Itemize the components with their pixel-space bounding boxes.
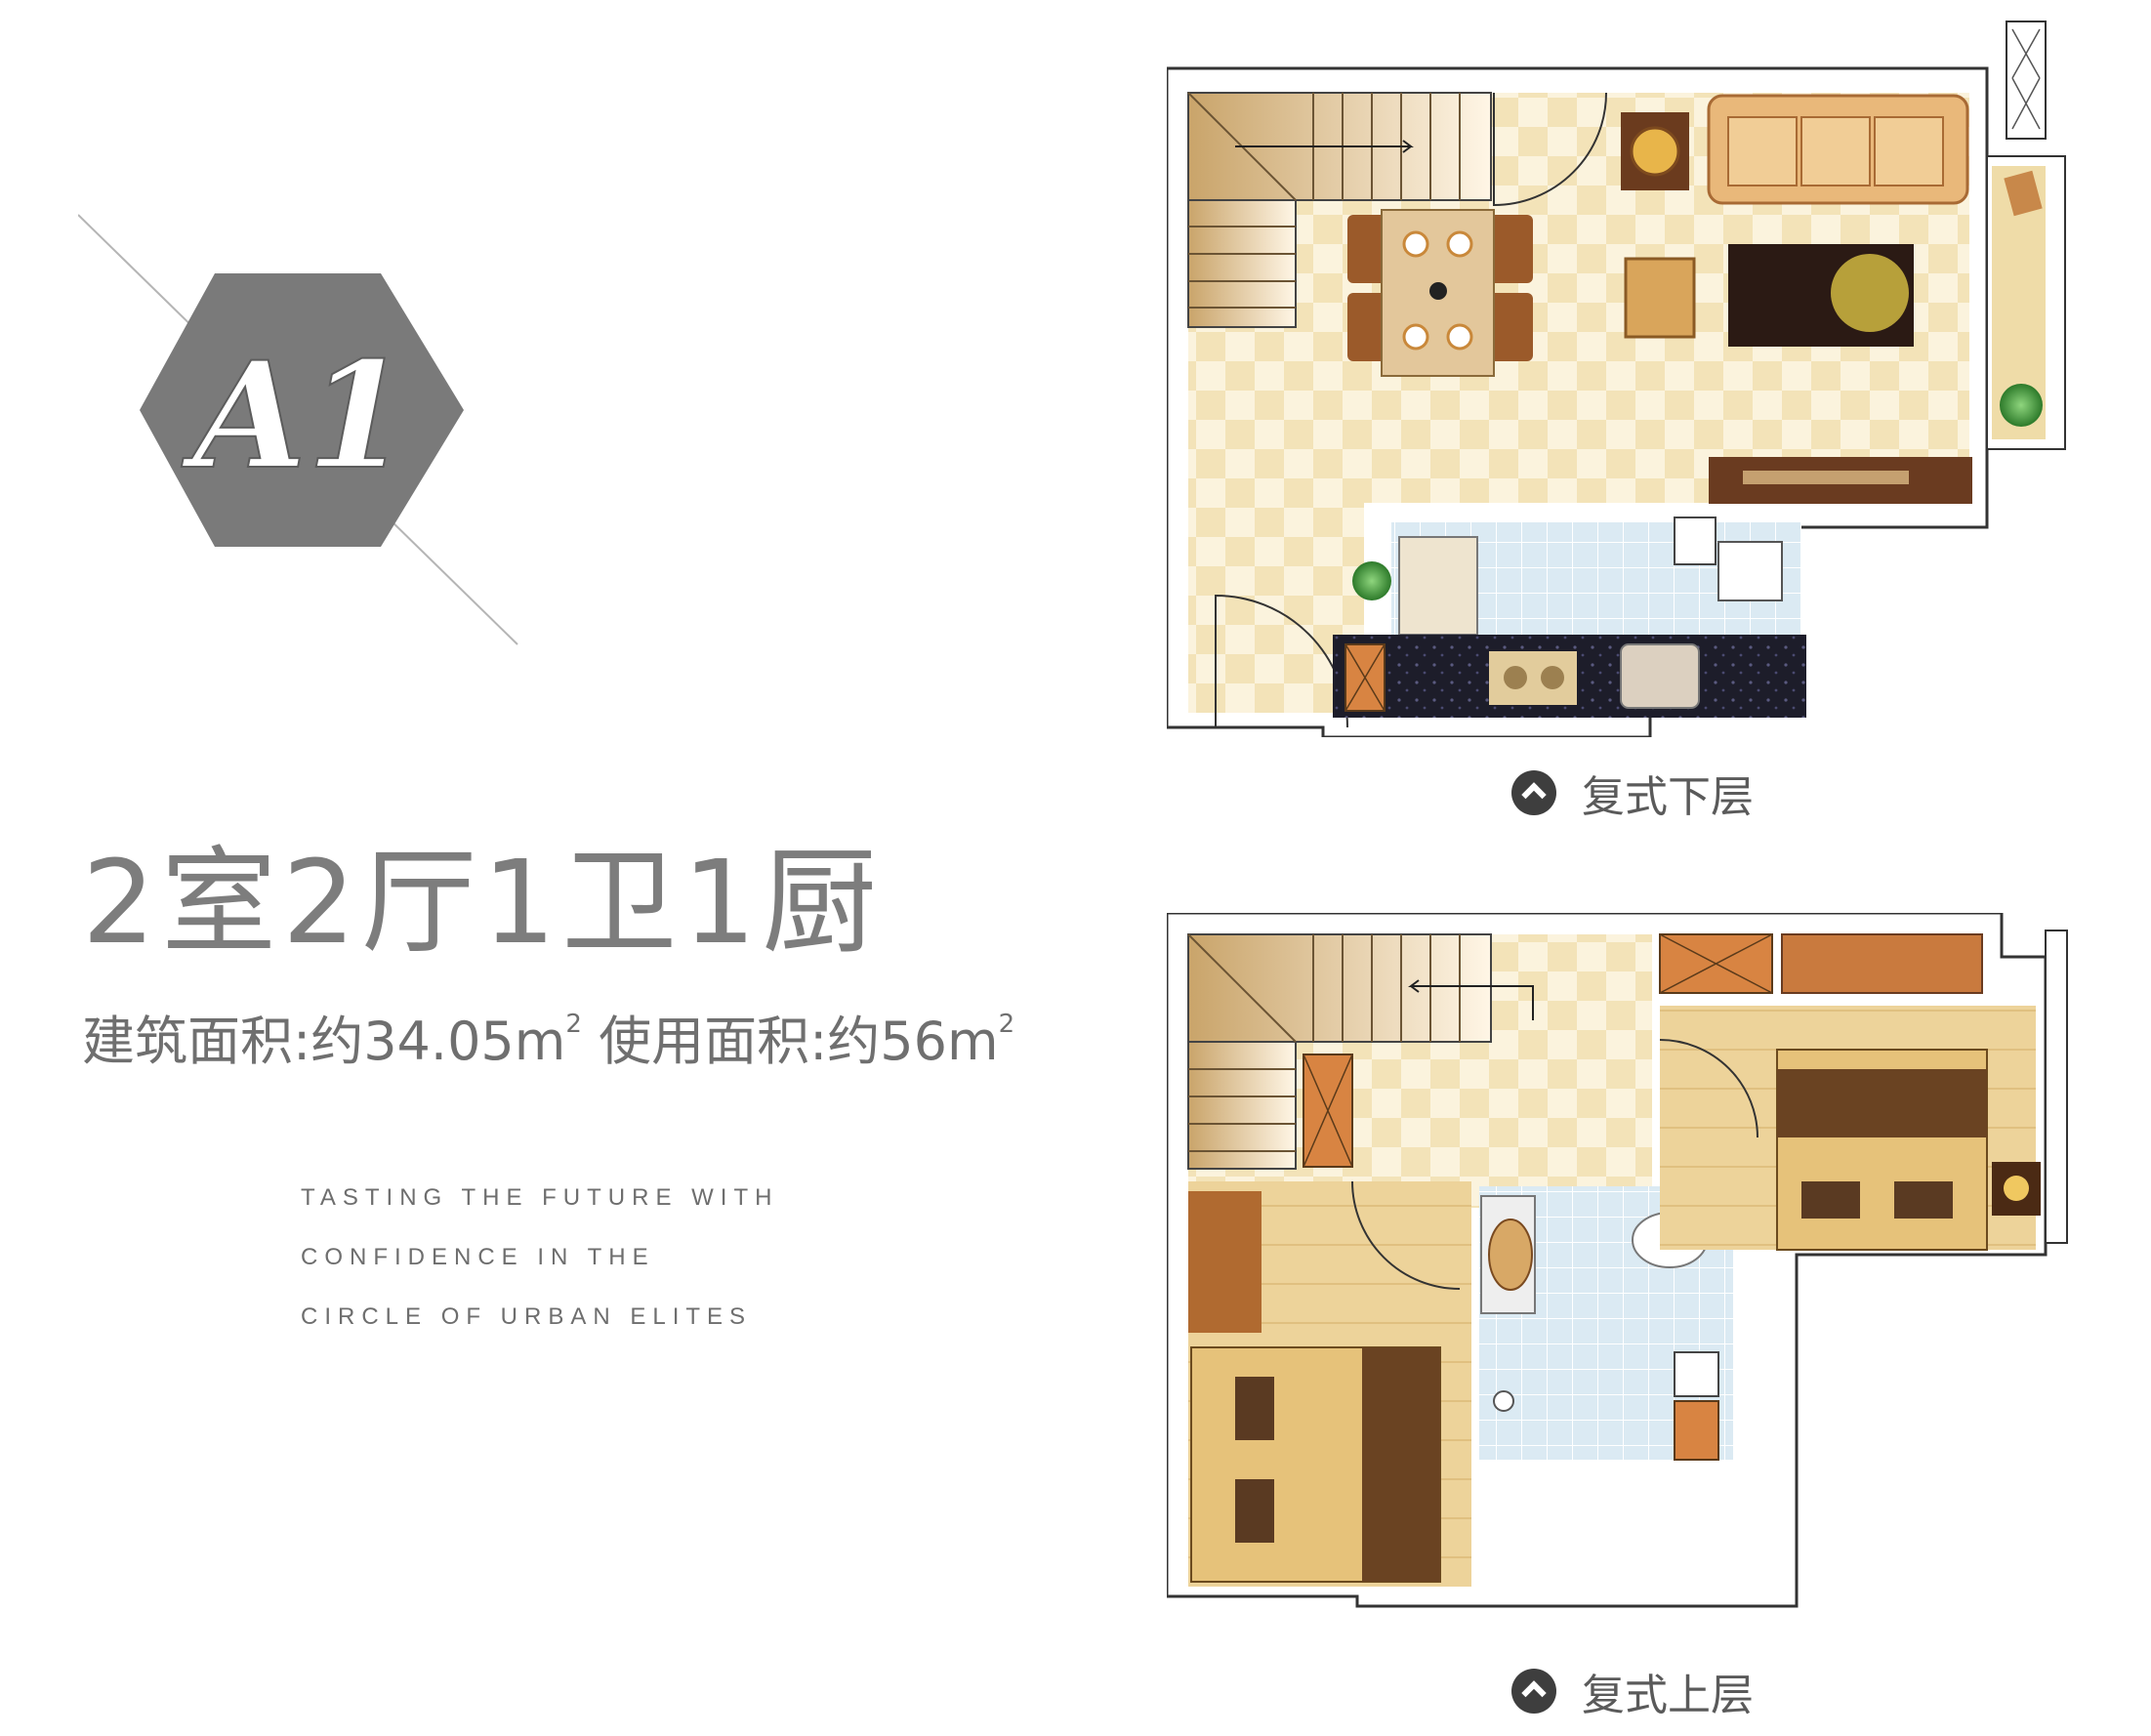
upper-washer xyxy=(1674,1351,1719,1397)
built-area-label: 建筑面积:约34.05m xyxy=(82,1011,566,1072)
tv xyxy=(1743,471,1909,484)
usable-area-label: 使用面积:约56m xyxy=(599,1011,999,1072)
wash-basin xyxy=(1488,1219,1533,1291)
upper-floor-plan xyxy=(1167,913,2068,1608)
badge-code: A1 xyxy=(182,330,409,502)
floor-drain xyxy=(1493,1390,1514,1412)
slogan-line-2: CONFIDENCE IN THE xyxy=(301,1244,655,1270)
stove-icon xyxy=(1674,517,1717,565)
slogan-line-3: CIRCLE OF URBAN ELITES xyxy=(301,1303,753,1330)
bedroom-2-pillow-left xyxy=(1801,1181,1860,1219)
upper-closet-bath xyxy=(1674,1400,1719,1461)
upper-floor-caption: 复式上层 xyxy=(1511,1660,1754,1722)
upper-balcony-rail xyxy=(2045,930,2068,1244)
bedroom-2-pillow-right xyxy=(1894,1181,1953,1219)
side-table-lamp xyxy=(1630,126,1680,177)
north-arrow-icon xyxy=(1511,1669,1556,1714)
north-arrow-icon xyxy=(1511,770,1556,815)
flower-arrangement xyxy=(1831,254,1909,332)
bedroom-1-pillow-top xyxy=(1235,1377,1274,1440)
sofa xyxy=(1707,94,1969,205)
ottoman xyxy=(1624,257,1696,339)
bedroom-1-pillow-bottom xyxy=(1235,1479,1274,1543)
upper-desk xyxy=(1781,933,1983,994)
layout-title: 2室2厅1卫1厨 xyxy=(82,835,884,970)
bedroom-2-bed-runner xyxy=(1777,1069,1987,1137)
slogan-line-1: TASTING THE FUTURE WITH xyxy=(301,1184,779,1211)
unit-badge: A1 xyxy=(78,214,518,645)
lower-floor-plan xyxy=(1167,21,2066,737)
lower-shower-corner xyxy=(1717,541,1783,601)
area-info: 建筑面积:约34.05m2 使用面积:约56m2 xyxy=(82,1012,1014,1068)
bedroom-2-lamp xyxy=(2004,1176,2029,1201)
lower-balcony xyxy=(1986,21,2066,450)
bedroom-1-bed-runner xyxy=(1362,1347,1440,1582)
lower-floor-caption-text: 复式下层 xyxy=(1582,772,1754,822)
usable-area-unit-sup: 2 xyxy=(998,1010,1015,1039)
dining-table xyxy=(1347,209,1533,377)
upper-floor-caption-text: 复式上层 xyxy=(1582,1671,1754,1720)
bedroom-1-closet xyxy=(1188,1191,1262,1333)
built-area-unit-sup: 2 xyxy=(565,1010,582,1039)
lower-floor-caption: 复式下层 xyxy=(1511,762,1754,824)
